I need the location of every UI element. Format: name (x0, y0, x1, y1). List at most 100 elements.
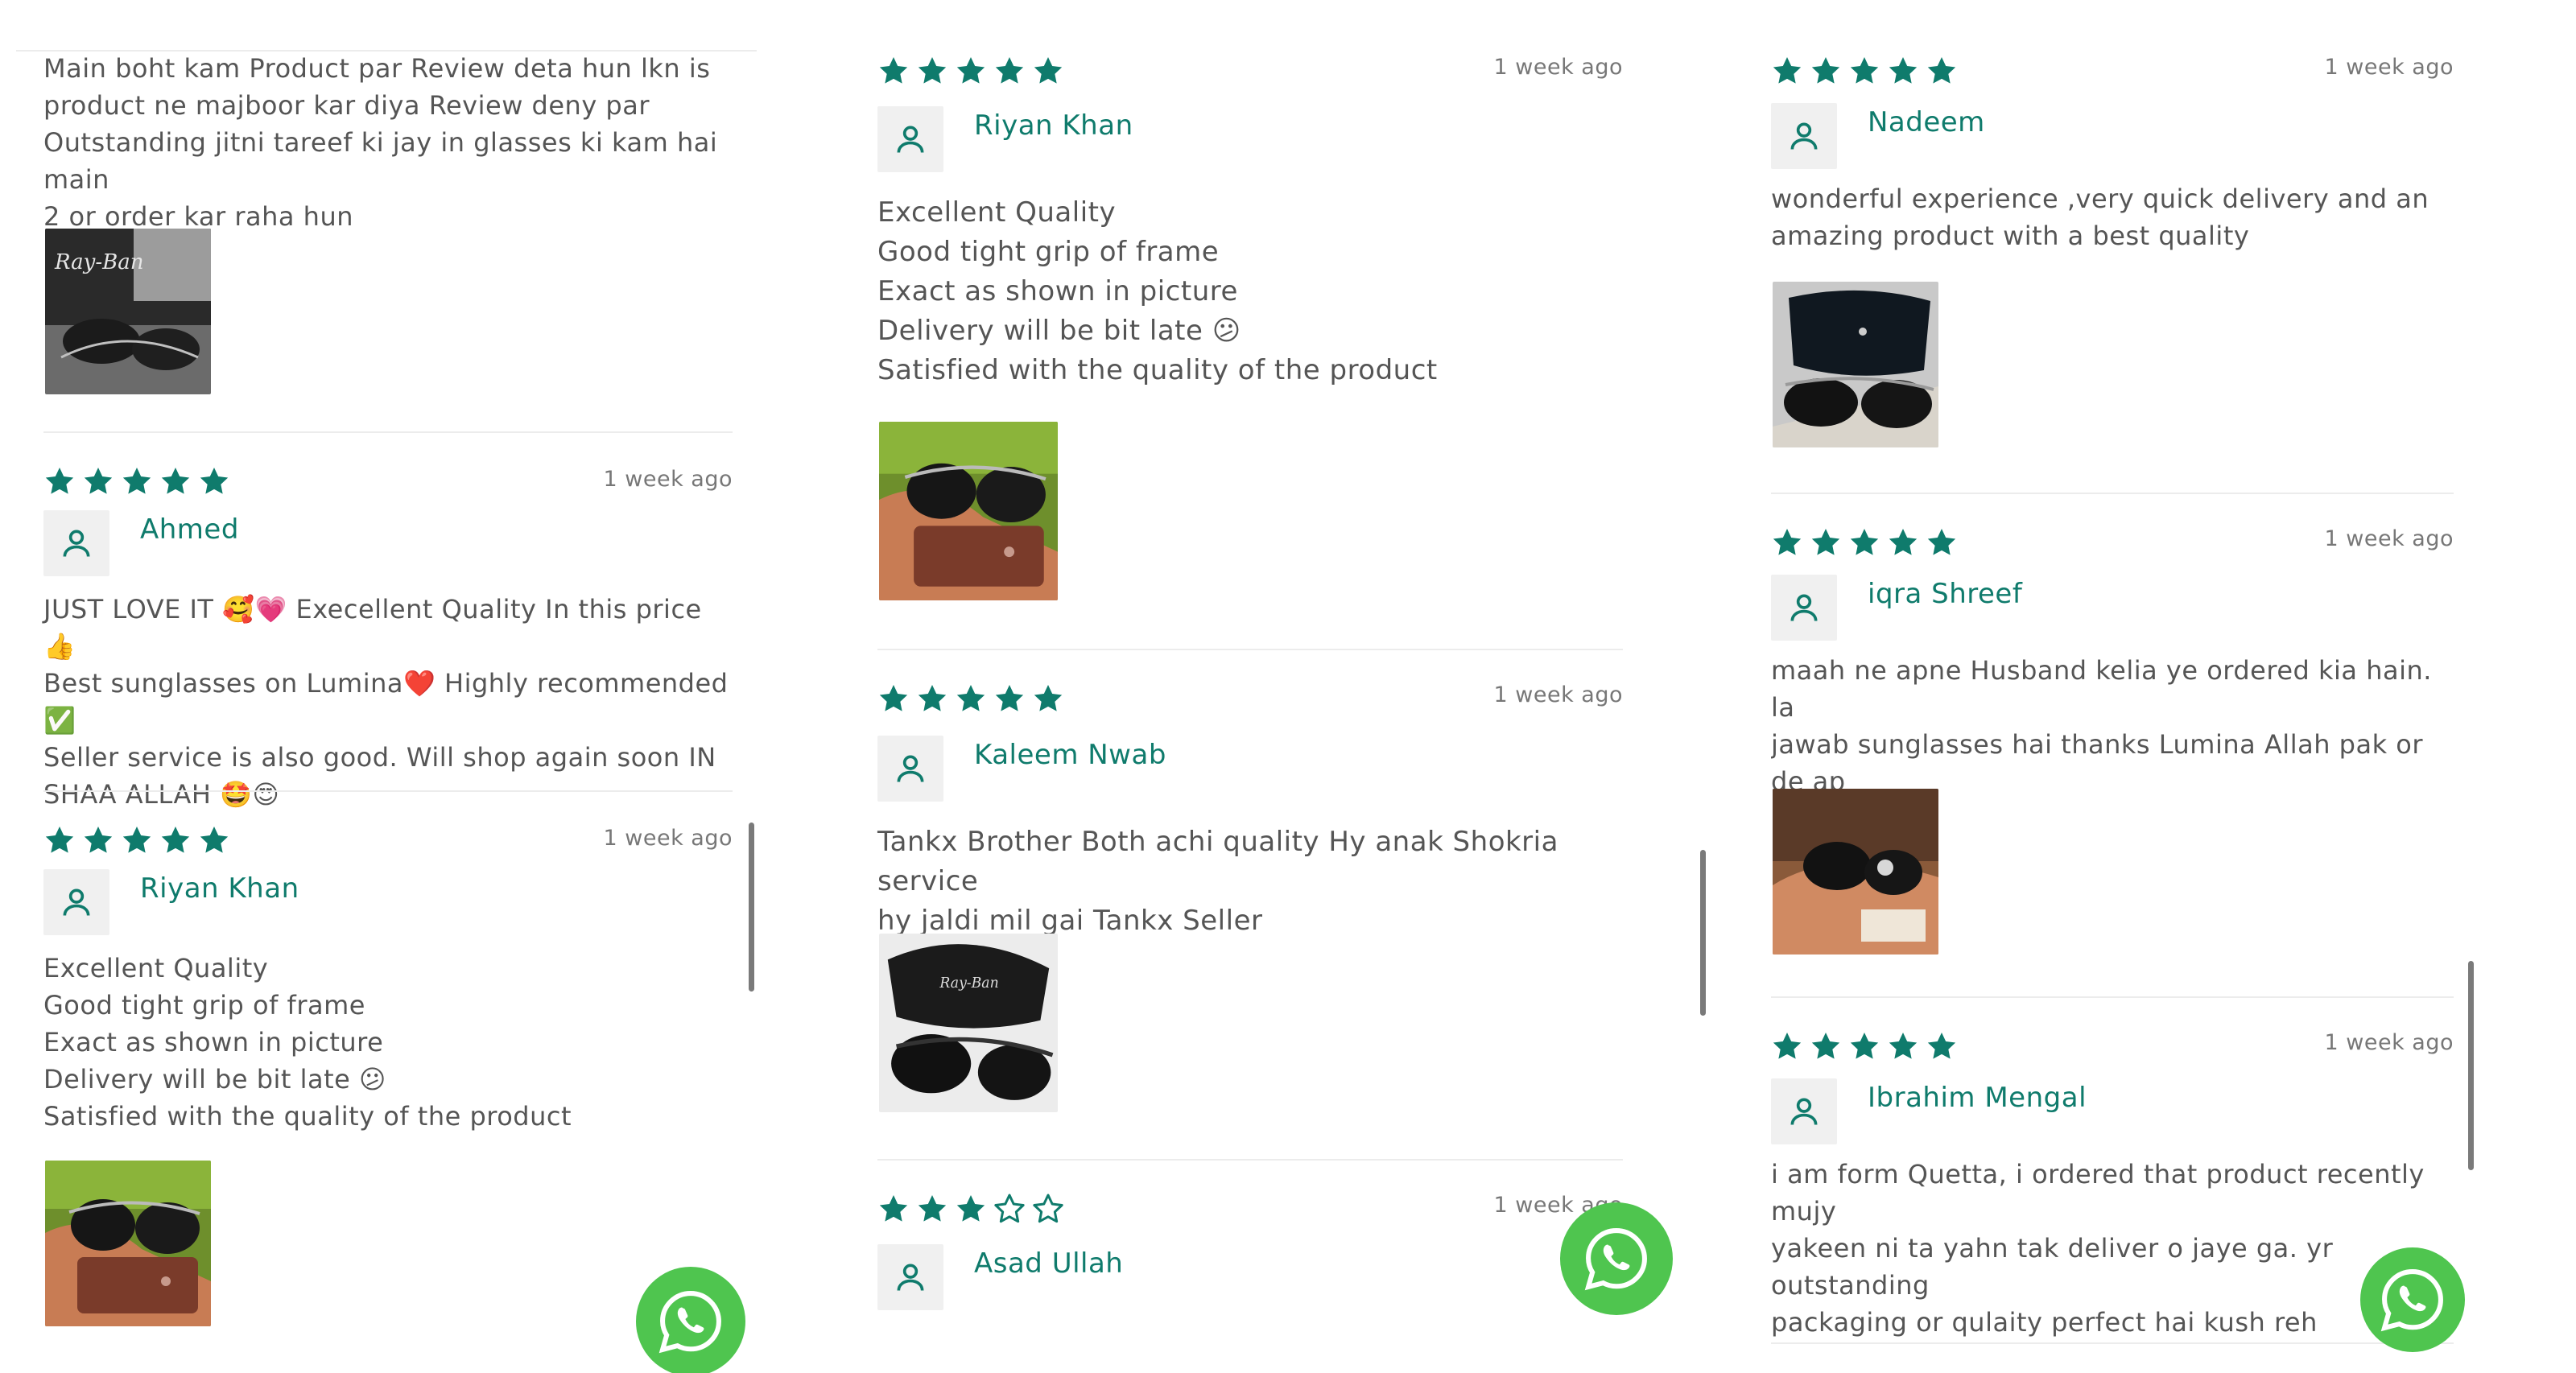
star-filled-icon (916, 55, 948, 87)
review-date: 1 week ago (1493, 682, 1623, 707)
review-card: 1 week ago Asad Ullah (877, 1159, 1623, 1373)
author-name: Nadeem (1868, 106, 1985, 138)
star-filled-icon (198, 824, 230, 856)
review-photo[interactable] (1773, 282, 1938, 447)
star-filled-icon (993, 55, 1026, 87)
star-rating (1771, 55, 1958, 87)
review-author: iqra Shreef (1771, 575, 2022, 641)
star-rating (1771, 1030, 1958, 1062)
review-date: 1 week ago (603, 826, 733, 851)
star-filled-icon (1032, 55, 1064, 87)
star-filled-icon (82, 824, 114, 856)
star-rating (1771, 526, 1958, 559)
user-icon (1771, 575, 1837, 641)
star-filled-icon (1887, 1030, 1919, 1062)
star-filled-icon (916, 682, 948, 715)
reviews-panel-1: Main boht kam Product par Review deta hu… (0, 0, 781, 1373)
star-filled-icon (1887, 526, 1919, 559)
review-card: 1 week ago Ibrahim Mengal i am form Quet… (1771, 996, 2454, 1344)
star-filled-icon (1848, 1030, 1880, 1062)
star-filled-icon (877, 682, 910, 715)
whatsapp-icon (1584, 1228, 1647, 1291)
star-filled-icon (1771, 526, 1803, 559)
author-name: Riyan Khan (974, 109, 1133, 142)
review-date: 1 week ago (2324, 526, 2454, 551)
review-date: 1 week ago (2324, 1030, 2454, 1055)
scrollbar-thumb[interactable] (1700, 850, 1706, 1016)
review-photo[interactable]: Ray-Ban (45, 229, 211, 394)
user-icon (43, 510, 109, 576)
star-filled-icon (43, 465, 76, 497)
review-author: Ahmed (43, 510, 239, 576)
star-filled-icon (877, 1193, 910, 1225)
user-icon (1771, 1078, 1837, 1144)
author-name: Ibrahim Mengal (1868, 1082, 2087, 1114)
star-filled-icon (159, 824, 192, 856)
star-rating (43, 465, 230, 497)
user-icon (1771, 103, 1837, 169)
star-empty-icon (1032, 1193, 1064, 1225)
star-filled-icon (1032, 682, 1064, 715)
star-filled-icon (1810, 526, 1842, 559)
reviews-panel-3: 1 week ago Nadeem wonderful experience ,… (1771, 0, 2576, 1373)
star-filled-icon (198, 465, 230, 497)
review-card: 1 week ago Ahmed JUST LOVE IT 🥰💗 Execell… (43, 431, 733, 810)
star-filled-icon (82, 465, 114, 497)
review-author: Asad Ullah (877, 1244, 1123, 1310)
svg-text:Ray-Ban: Ray-Ban (939, 975, 998, 992)
review-photo[interactable]: Ray-Ban (879, 934, 1058, 1112)
author-name: Riyan Khan (140, 872, 299, 905)
scrollbar-thumb[interactable] (749, 823, 754, 992)
star-filled-icon (1810, 1030, 1842, 1062)
review-photo[interactable] (879, 422, 1058, 600)
author-name: Ahmed (140, 513, 239, 546)
review-date: 1 week ago (2324, 55, 2454, 80)
author-name: iqra Shreef (1868, 578, 2023, 610)
star-filled-icon (43, 824, 76, 856)
sunglasses-photo: Ray-Ban (879, 934, 1058, 1112)
review-photo[interactable] (45, 1161, 211, 1326)
sunglasses-photo: Ray-Ban (45, 229, 211, 394)
star-filled-icon (1771, 1030, 1803, 1062)
review-card: 1 week ago Nadeem wonderful experience ,… (1771, 23, 2454, 493)
star-filled-icon (1926, 55, 1958, 87)
star-filled-icon (121, 465, 153, 497)
review-card: Main boht kam Product par Review deta hu… (43, 50, 736, 428)
review-text: Excellent Quality Good tight grip of fra… (43, 953, 572, 1132)
whatsapp-button[interactable] (1560, 1202, 1673, 1315)
star-filled-icon (1848, 526, 1880, 559)
whatsapp-icon (2380, 1269, 2443, 1332)
star-rating (877, 682, 1064, 715)
review-photo[interactable] (1773, 789, 1938, 955)
sunglasses-photo (1773, 789, 1938, 955)
review-author: Ibrahim Mengal (1771, 1078, 2087, 1144)
sunglasses-photo (1773, 282, 1938, 447)
star-filled-icon (121, 824, 153, 856)
review-text: i am form Quetta, i ordered that product… (1771, 1159, 2425, 1338)
user-icon (877, 106, 943, 172)
user-icon (877, 736, 943, 802)
star-rating (43, 824, 230, 856)
author-name: Kaleem Nwab (974, 739, 1166, 771)
review-text: Excellent Quality Good tight grip of fra… (877, 196, 1438, 386)
sunglasses-photo (879, 422, 1058, 600)
star-filled-icon (955, 55, 987, 87)
review-card: 1 week ago Kaleem Nwab Tankx Brother Bot… (877, 649, 1623, 1161)
review-date: 1 week ago (603, 467, 733, 492)
review-author: Riyan Khan (877, 106, 1133, 172)
star-rating (877, 55, 1064, 87)
review-author: Kaleem Nwab (877, 736, 1166, 802)
whatsapp-button[interactable] (2360, 1247, 2465, 1352)
star-filled-icon (1810, 55, 1842, 87)
review-author: Nadeem (1771, 103, 1985, 169)
review-card: 1 week ago Riyan Khan Excellent Quality … (43, 790, 733, 1373)
review-author: Riyan Khan (43, 869, 299, 935)
svg-text:Ray-Ban: Ray-Ban (54, 250, 144, 274)
user-icon (877, 1244, 943, 1310)
star-filled-icon (877, 55, 910, 87)
author-name: Asad Ullah (974, 1247, 1124, 1280)
star-filled-icon (955, 682, 987, 715)
scrollbar-thumb[interactable] (2468, 961, 2474, 1170)
whatsapp-button[interactable] (636, 1267, 745, 1373)
user-icon (43, 869, 109, 935)
